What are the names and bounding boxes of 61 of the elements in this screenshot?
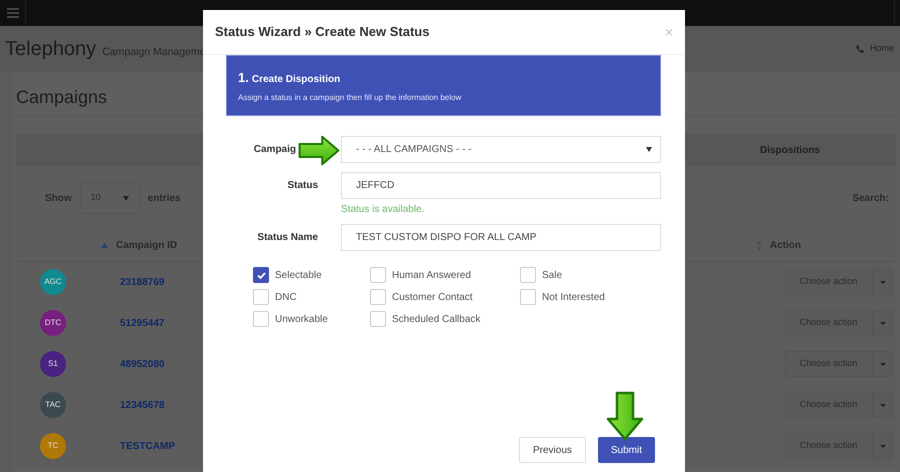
avatar: TC [40, 433, 66, 459]
checkbox-label: Human Answered [392, 268, 471, 282]
tab-header[interactable]: Dispositions [760, 142, 820, 158]
checkbox[interactable] [370, 311, 386, 327]
close-button[interactable]: × [664, 25, 673, 39]
campaign-select[interactable]: - - - ALL CAMPAIGNS - - - [341, 136, 661, 163]
campaign-id-link[interactable]: 48952080 [120, 356, 164, 372]
text-field[interactable]: TEST CUSTOM DISPO FOR ALL CAMP [341, 224, 661, 251]
campaign-id-link[interactable]: 23188769 [120, 274, 164, 290]
menu-icon[interactable] [6, 8, 18, 18]
checkbox-label: Selectable [275, 268, 322, 282]
previous-button[interactable]: Previous [518, 437, 586, 463]
caret-icon [880, 322, 886, 324]
campaign-id-link[interactable]: TESTCAMP [120, 438, 175, 454]
status-hint: Status is available. [341, 203, 426, 217]
modal-title: Status Wizard » Create New Status [215, 23, 430, 42]
caret-icon [880, 404, 886, 406]
field-label: Status Name [257, 231, 318, 245]
dropdown-toggle[interactable] [873, 310, 893, 336]
field-label: Campaig [254, 143, 296, 157]
phone-icon [856, 45, 864, 53]
caret-icon [646, 147, 652, 152]
checkbox[interactable] [253, 311, 269, 327]
checkbox-label: DNC [275, 290, 297, 304]
submit-button[interactable]: Submit [598, 437, 655, 463]
checkbox-label: Sale [542, 268, 562, 282]
sort-up-icon[interactable] [101, 243, 108, 248]
checkbox-label: Unworkable [275, 312, 328, 326]
dropdown-toggle[interactable] [873, 269, 893, 295]
page-title: Telephony [5, 37, 96, 62]
caret-icon [880, 444, 886, 448]
checkbox[interactable] [253, 289, 269, 305]
step-description: Assign a status in a campaign then fill up the information below [238, 92, 462, 104]
dropdown-toggle[interactable] [873, 392, 893, 418]
field-label: Status [287, 179, 318, 193]
checkbox-label: Scheduled Callback [392, 312, 480, 326]
avatar: AGC [40, 269, 66, 295]
caret-icon [880, 362, 886, 366]
dropdown-toggle[interactable] [873, 351, 893, 377]
checkbox[interactable] [520, 267, 536, 283]
avatar: S1 [40, 351, 66, 377]
caret-icon [880, 280, 886, 284]
arrow-icon [298, 135, 340, 166]
checkbox[interactable] [253, 267, 269, 283]
step-number: 1. [238, 69, 249, 87]
campaign-id-link[interactable]: 12345678 [120, 398, 164, 412]
avatar: TAC [40, 392, 66, 418]
caret-icon [122, 196, 129, 200]
check-icon [256, 272, 266, 278]
checkbox-label: Not Interested [542, 290, 605, 304]
dropdown-toggle[interactable] [873, 433, 893, 459]
checkbox[interactable] [520, 289, 536, 305]
panel-title: Campaigns [16, 87, 108, 107]
arrow-icon [606, 391, 644, 441]
step-title: Create Disposition [252, 73, 340, 87]
checkbox[interactable] [370, 289, 386, 305]
checkbox-label: Customer Contact [392, 290, 473, 304]
avatar: DTC [40, 310, 66, 336]
text-field[interactable]: JEFFCD [341, 172, 661, 199]
checkbox[interactable] [370, 267, 386, 283]
campaign-id-link[interactable]: 51295447 [120, 316, 164, 330]
